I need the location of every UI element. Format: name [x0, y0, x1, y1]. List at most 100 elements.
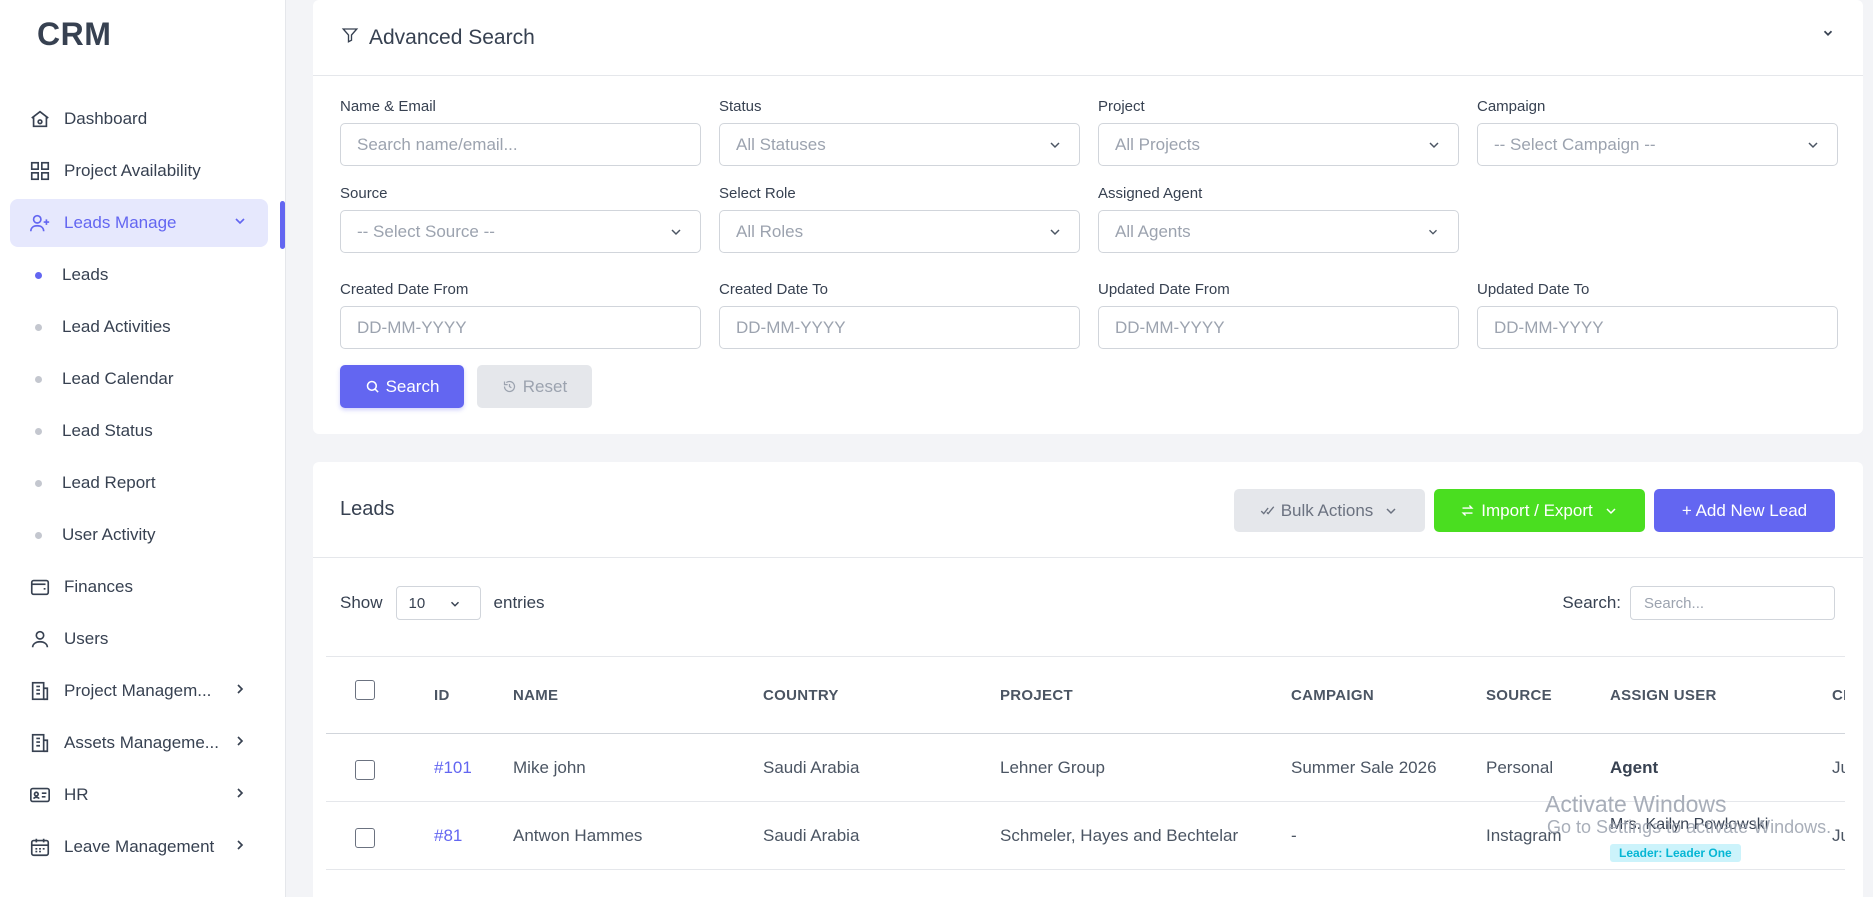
sidebar-subitem-label: User Activity [62, 525, 156, 544]
sidebar-item-finances[interactable]: Finances [10, 563, 268, 611]
lead-id-link[interactable]: #81 [434, 826, 462, 846]
table-search: Search: Search... [1562, 586, 1835, 620]
sidebar-item-users[interactable]: Users [10, 615, 268, 663]
name-email-placeholder: Search name/email... [357, 134, 518, 154]
chevron-right-icon [232, 733, 250, 751]
lead-source: Personal [1486, 758, 1554, 777]
add-new-lead-button[interactable]: + Add New Lead [1654, 489, 1835, 532]
table-search-input[interactable]: Search... [1630, 586, 1835, 620]
search-button[interactable]: Search [340, 365, 464, 408]
column-header-name[interactable]: NAME [513, 687, 558, 704]
advanced-search-panel: Advanced Search Name & Email Search name… [313, 0, 1863, 434]
chevron-down-icon[interactable] [1821, 26, 1835, 40]
sidebar-subitem-lead-activities[interactable]: Lead Activities [10, 303, 268, 351]
project-label: Project [1098, 98, 1145, 115]
campaign-value: -- Select Campaign -- [1494, 134, 1656, 154]
name-email-label: Name & Email [340, 98, 436, 115]
sidebar-item-assets-management[interactable]: Assets Manageme... [10, 719, 268, 767]
sidebar-item-label: Project Availability [64, 161, 201, 180]
add-new-lead-label: + Add New Lead [1681, 500, 1808, 520]
agent-select[interactable]: All Agents [1098, 210, 1459, 253]
role-select[interactable]: All Roles [719, 210, 1080, 253]
source-value: -- Select Source -- [357, 221, 495, 241]
chevron-down-icon [448, 597, 462, 611]
brand-logo: CRM [37, 16, 112, 52]
updated-from-input[interactable]: DD-MM-YYYY [1098, 306, 1459, 349]
lead-name: Mike john [513, 758, 586, 777]
sidebar-item-hr[interactable]: HR [10, 771, 268, 819]
sidebar-item-label: Finances [64, 577, 133, 596]
main-content: Advanced Search Name & Email Search name… [286, 0, 1873, 897]
select-all-checkbox[interactable] [355, 680, 375, 700]
status-select[interactable]: All Statuses [719, 123, 1080, 166]
reset-button[interactable]: Reset [477, 365, 592, 408]
show-label: Show [340, 593, 383, 612]
watermark-subtitle: Go to Settings to activate Windows. [1547, 817, 1832, 838]
column-header-project[interactable]: PROJECT [1000, 687, 1073, 704]
bulk-actions-button[interactable]: Bulk Actions [1234, 489, 1425, 532]
name-email-input[interactable]: Search name/email... [340, 123, 701, 166]
row-checkbox[interactable] [355, 760, 375, 780]
filter-icon [341, 26, 359, 49]
calendar-icon [28, 835, 52, 859]
chevron-down-icon [232, 213, 250, 231]
watermark-title: Activate Windows [1545, 791, 1727, 817]
sidebar-subitem-lead-report[interactable]: Lead Report [10, 459, 268, 507]
lead-created: Ju [1832, 826, 1845, 845]
campaign-select[interactable]: -- Select Campaign -- [1477, 123, 1838, 166]
source-label: Source [340, 185, 388, 202]
sidebar-subitem-lead-calendar[interactable]: Lead Calendar [10, 355, 268, 403]
sidebar-item-leave-management[interactable]: Leave Management [10, 823, 268, 871]
sidebar-item-dashboard[interactable]: Dashboard [10, 95, 268, 143]
created-from-placeholder: DD-MM-YYYY [357, 317, 467, 337]
updated-to-input[interactable]: DD-MM-YYYY [1477, 306, 1838, 349]
sidebar-subitem-label: Lead Calendar [62, 369, 174, 388]
column-header-assign-user[interactable]: ASSIGN USER [1610, 687, 1717, 704]
role-field: Select Role All Roles [719, 185, 1080, 253]
sidebar-subitem-label: Lead Status [62, 421, 153, 440]
row-checkbox[interactable] [355, 828, 375, 848]
created-from-input[interactable]: DD-MM-YYYY [340, 306, 701, 349]
created-to-input[interactable]: DD-MM-YYYY [719, 306, 1080, 349]
sidebar-item-label: Assets Manageme... [64, 733, 219, 752]
chevron-down-icon [1805, 137, 1821, 153]
user-plus-icon [28, 211, 52, 235]
updated-from-field: Updated Date From DD-MM-YYYY [1098, 281, 1459, 349]
table-search-placeholder: Search... [1644, 594, 1705, 612]
sidebar-item-project-management[interactable]: Project Managem... [10, 667, 268, 715]
entries-select[interactable]: 10 [395, 586, 481, 620]
entries-value: 10 [408, 594, 426, 612]
column-header-created[interactable]: CR [1832, 687, 1845, 704]
column-header-country[interactable]: COUNTRY [763, 687, 839, 704]
updated-from-placeholder: DD-MM-YYYY [1115, 317, 1225, 337]
sidebar-item-label: Dashboard [64, 109, 148, 128]
sidebar-item-leads-manage[interactable]: Leads Manage [10, 199, 268, 247]
table-header: ID NAME COUNTRY PROJECT CAMPAIGN SOURCE … [326, 656, 1845, 734]
status-field: Status All Statuses [719, 98, 1080, 166]
sidebar-item-project-availability[interactable]: Project Availability [10, 147, 268, 195]
sidebar: CRM Dashboard Project Availability Leads… [0, 0, 286, 897]
lead-id-link[interactable]: #101 [434, 758, 472, 778]
campaign-field: Campaign -- Select Campaign -- [1477, 98, 1838, 166]
chevron-right-icon [232, 681, 250, 699]
column-header-id[interactable]: ID [434, 687, 450, 704]
column-header-source[interactable]: SOURCE [1486, 687, 1552, 704]
user-icon [28, 627, 52, 651]
bullet-icon [35, 272, 42, 279]
sidebar-subitem-label: Lead Activities [62, 317, 171, 336]
sidebar-subitem-lead-status[interactable]: Lead Status [10, 407, 268, 455]
sidebar-subitem-leads[interactable]: Leads [10, 251, 268, 299]
project-select[interactable]: All Projects [1098, 123, 1459, 166]
status-label: Status [719, 98, 762, 115]
sidebar-subitem-user-activity[interactable]: User Activity [10, 511, 268, 559]
source-select[interactable]: -- Select Source -- [340, 210, 701, 253]
role-value: All Roles [736, 221, 804, 241]
chevron-right-icon [232, 837, 250, 855]
created-to-placeholder: DD-MM-YYYY [736, 317, 846, 337]
project-value: All Projects [1115, 134, 1201, 154]
active-indicator [280, 201, 285, 249]
column-header-campaign[interactable]: CAMPAIGN [1291, 687, 1374, 704]
advanced-search-header[interactable]: Advanced Search [313, 0, 1863, 76]
created-from-field: Created Date From DD-MM-YYYY [340, 281, 701, 349]
import-export-button[interactable]: Import / Export [1434, 489, 1645, 532]
